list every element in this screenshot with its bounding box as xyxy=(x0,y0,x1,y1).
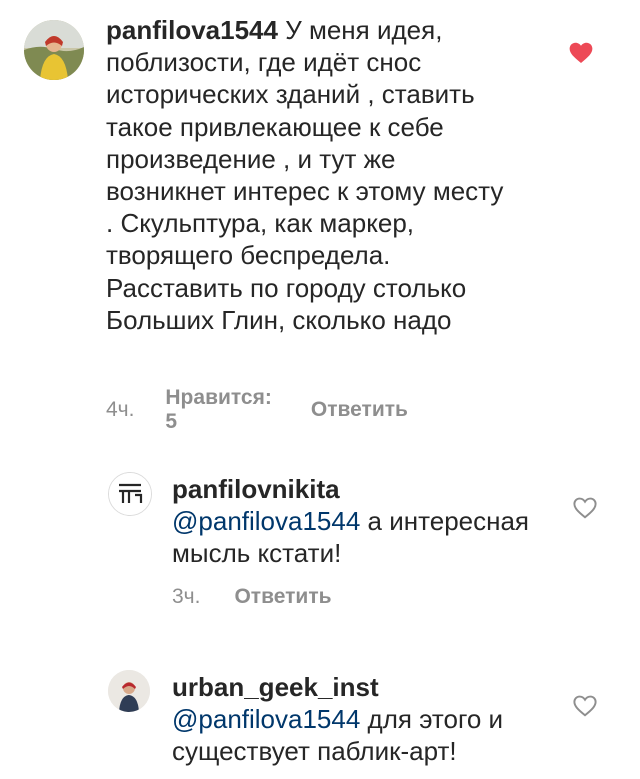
likes-count[interactable]: Нравится: 5 xyxy=(165,386,278,434)
user-avatar[interactable] xyxy=(108,670,150,712)
mention-link[interactable]: @panfilova1544 xyxy=(172,704,360,734)
comment-username[interactable]: panfilovnikita xyxy=(172,474,340,504)
comment-username[interactable]: panfilova1544 xyxy=(106,15,278,45)
avatar-photo-icon xyxy=(24,20,84,80)
comment-text: urban_geek_inst @panfilova1544 для этого… xyxy=(172,671,552,768)
comment-meta: 4ч. Нравится: 5 Ответить xyxy=(106,386,408,434)
comment-time[interactable]: 4ч. xyxy=(106,398,134,422)
comment-text: panfilova1544 У меня идея, поблизости, г… xyxy=(106,14,506,336)
comment-meta: 3ч. Ответить xyxy=(172,585,332,609)
heart-outline-icon[interactable] xyxy=(572,693,598,719)
comment-time[interactable]: 3ч. xyxy=(172,585,200,609)
heart-filled-icon[interactable] xyxy=(568,40,594,66)
reply-button[interactable]: Ответить xyxy=(311,398,408,422)
avatar-photo-icon xyxy=(108,670,150,712)
logo-avatar-icon xyxy=(109,473,151,515)
comment-body: У меня идея, поблизости, где идёт снос и… xyxy=(106,15,511,335)
user-avatar[interactable] xyxy=(108,472,152,516)
reply-button[interactable]: Ответить xyxy=(234,585,331,609)
mention-link[interactable]: @panfilova1544 xyxy=(172,506,360,536)
heart-outline-icon[interactable] xyxy=(572,495,598,521)
comment-username[interactable]: urban_geek_inst xyxy=(172,672,379,702)
user-avatar[interactable] xyxy=(24,20,84,80)
comment-text: panfilovnikita @panfilova1544 а интересн… xyxy=(172,473,552,570)
